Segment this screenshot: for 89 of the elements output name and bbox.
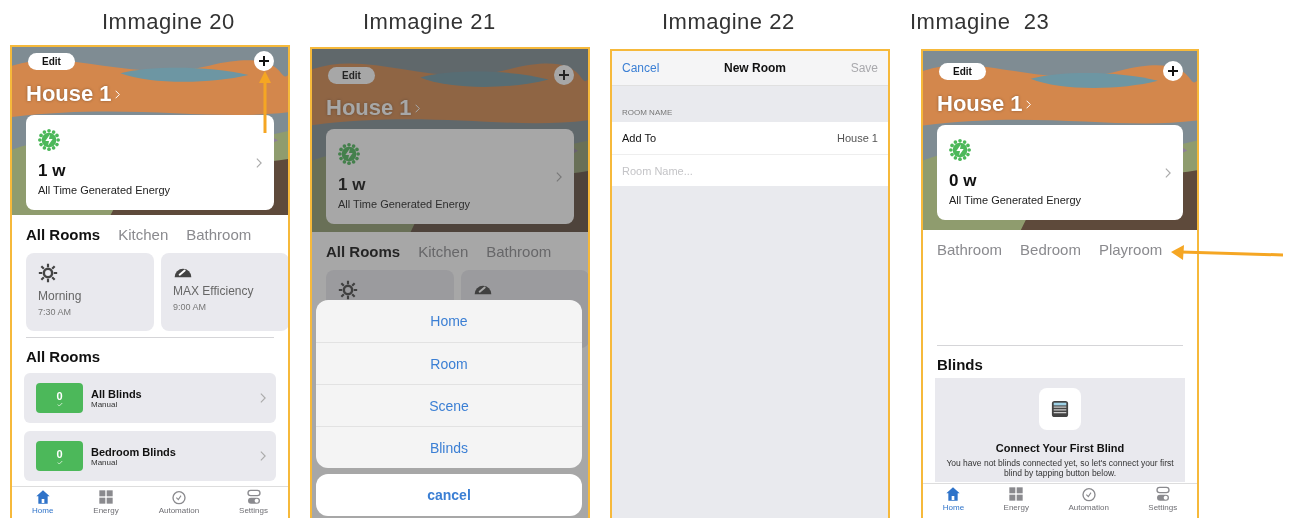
chevron-icon — [1025, 99, 1031, 109]
room-tab[interactable]: Playroom — [1098, 241, 1163, 258]
add-button[interactable] — [254, 51, 274, 71]
blind-badge[interactable]: 0 — [36, 441, 83, 471]
room-name-field[interactable]: Room Name... — [612, 155, 888, 186]
section-title: All Rooms — [25, 347, 102, 367]
tab-bar-item[interactable]: Home — [32, 487, 54, 518]
home-icon — [34, 489, 51, 505]
energy-value: 1 w — [38, 161, 67, 181]
caption: Immagine 22 — [661, 8, 796, 36]
chevron-icon — [114, 89, 120, 99]
toggle-icon — [1154, 486, 1171, 502]
scene-name: Morning — [38, 289, 83, 303]
add-button[interactable] — [554, 65, 574, 85]
tab-bar-item[interactable]: Settings — [1148, 484, 1178, 518]
energy-label: All Time Generated Energy — [338, 198, 472, 210]
sun-bolt-icon — [338, 143, 360, 165]
chevron-icon — [1165, 167, 1171, 178]
empty-state-title: Connect Your First Blind — [995, 442, 1125, 454]
room-tab[interactable]: Kitchen — [118, 226, 169, 243]
gauge-icon — [173, 268, 193, 278]
chevron-icon — [256, 157, 262, 168]
chevron-icon — [556, 171, 562, 182]
room-tab[interactable]: Bathroom — [937, 241, 1003, 258]
blind-badge[interactable]: 0 — [36, 383, 83, 413]
add-button[interactable] — [1163, 61, 1183, 81]
grid-icon — [97, 489, 114, 505]
energy-card[interactable]: 1 w All Time Generated Energy — [26, 115, 274, 210]
section-title: Blinds — [936, 355, 984, 375]
tab-bar-item[interactable]: Home — [942, 484, 965, 518]
tab-bar-item[interactable]: Settings — [239, 487, 268, 518]
room-tab[interactable]: All Rooms — [326, 243, 401, 260]
row-value: House 1 — [837, 132, 878, 144]
cancel-button[interactable]: Cancel — [622, 61, 660, 75]
scene-card[interactable]: MAX Efficiency 9:00 AM — [161, 253, 288, 331]
nav-title: New Room — [724, 61, 786, 75]
grid-icon — [1008, 486, 1025, 502]
row-label: Add To — [622, 132, 657, 144]
scene-time: 7:30 AM — [38, 307, 73, 317]
house-title[interactable]: House 1 — [937, 91, 1023, 117]
section-header: ROOM NAME — [621, 107, 674, 119]
sheet-option[interactable]: Room — [316, 342, 582, 384]
home-icon — [945, 486, 962, 502]
chevron-icon — [260, 451, 266, 461]
window-blind-icon — [1051, 400, 1069, 418]
blind-mode: Manual — [91, 399, 119, 409]
toggle-icon — [245, 489, 262, 505]
sheet-option[interactable]: Scene — [316, 384, 582, 426]
tab-bar-item[interactable]: Energy — [1003, 484, 1029, 518]
chevron-icon — [414, 103, 420, 113]
tab-bar-item[interactable]: Automation — [158, 487, 200, 518]
energy-label: All Time Generated Energy — [949, 194, 1083, 206]
blind-row[interactable]: 0 All Blinds Manual — [24, 373, 276, 423]
sun-bolt-icon — [949, 139, 971, 161]
tab-bar-item[interactable]: Energy — [93, 487, 119, 518]
chevron-icon — [260, 393, 266, 403]
room-tab[interactable]: Bedroom — [1020, 241, 1081, 258]
cancel-button[interactable]: cancel — [316, 474, 582, 516]
tab-bar-item[interactable]: Automation — [1068, 484, 1109, 518]
form-row[interactable]: Add To House 1 — [612, 122, 888, 155]
caption: Immagine 23 — [910, 8, 1051, 36]
blind-row[interactable]: 0 Bedroom Blinds Manual — [24, 431, 276, 481]
sun-icon — [38, 263, 58, 283]
blind-name: Bedroom Blinds — [91, 445, 177, 458]
sun-bolt-icon — [38, 129, 60, 151]
scene-name: MAX Efficiency — [173, 284, 255, 298]
energy-card[interactable]: 1 w All Time Generated Energy — [326, 129, 574, 224]
sheet-option[interactable]: Home — [316, 300, 582, 342]
scene-card[interactable]: Morning 7:30 AM — [26, 253, 154, 331]
sheet-option[interactable]: Blinds — [316, 426, 582, 468]
empty-state-text: You have not blinds connected yet, so let's connect your first blind by tapping button below. — [945, 458, 1175, 479]
check-icon — [56, 459, 63, 465]
energy-value: 0 w — [949, 171, 978, 191]
blind-mode: Manual — [91, 457, 119, 467]
house-title[interactable]: House 1 — [26, 81, 112, 107]
check-icon — [56, 401, 63, 407]
caption: Immagine 21 — [362, 8, 497, 36]
blind-value: 0 — [56, 447, 63, 460]
room-tab[interactable]: Bathroom — [186, 226, 252, 243]
sun-icon — [338, 280, 358, 300]
energy-card[interactable]: 0 w All Time Generated Energy — [937, 125, 1183, 220]
scene-time: 9:00 AM — [173, 302, 208, 312]
blind-name: All Blinds — [91, 387, 143, 400]
caption: Immagine 20 — [101, 8, 236, 36]
gauge-icon — [473, 285, 493, 295]
blind-value: 0 — [56, 389, 63, 402]
energy-label: All Time Generated Energy — [38, 184, 172, 196]
energy-value: 1 w — [338, 175, 367, 195]
room-tab[interactable]: All Rooms — [26, 226, 101, 243]
